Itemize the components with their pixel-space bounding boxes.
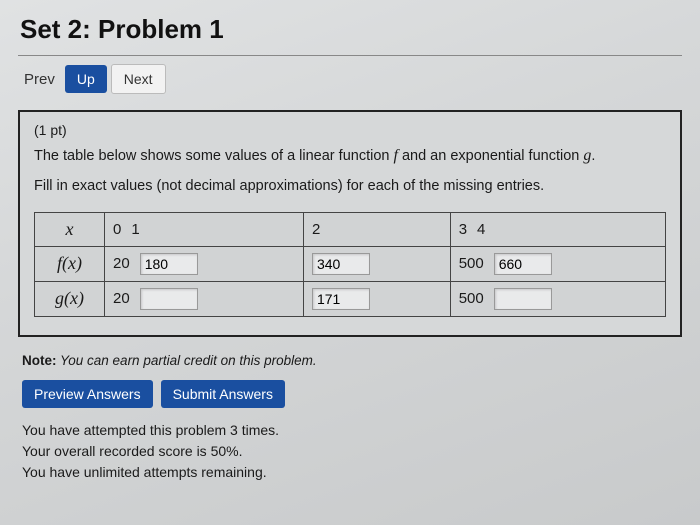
submit-answers-button[interactable]: Submit Answers <box>161 380 285 408</box>
g-4-input[interactable] <box>494 288 552 310</box>
status-block: You have attempted this problem 3 times.… <box>22 420 682 483</box>
cell <box>303 246 450 281</box>
x-2: 2 <box>312 221 320 238</box>
table-row-f: f(x) 20 500 <box>35 246 666 281</box>
note: Note: You can earn partial credit on thi… <box>22 353 682 368</box>
divider <box>18 55 682 56</box>
problem-description: The table below shows some values of a l… <box>34 144 666 168</box>
status-score: Your overall recorded score is 50%. <box>22 441 682 462</box>
f-3: 500 <box>459 255 484 272</box>
g-2-input[interactable] <box>312 288 370 310</box>
cell: 20 <box>105 246 304 281</box>
f-0: 20 <box>113 255 130 272</box>
values-table: x 01 2 34 f(x) 20 500 g(x) 20 500 <box>34 212 666 317</box>
points-label: (1 pt) <box>34 122 666 138</box>
table-row-x: x 01 2 34 <box>35 212 666 246</box>
nav-bar: Prev Up Next <box>18 64 682 94</box>
x-1: 1 <box>131 221 139 238</box>
desc-text: The table below shows some values of a l… <box>34 148 393 164</box>
table-row-g: g(x) 20 500 <box>35 281 666 316</box>
x-3: 3 <box>459 221 467 238</box>
f-2-input[interactable] <box>312 253 370 275</box>
note-label: Note: <box>22 353 57 368</box>
status-remaining: You have unlimited attempts remaining. <box>22 462 682 483</box>
cell: 500 <box>450 246 665 281</box>
cell <box>303 281 450 316</box>
cell: 01 <box>105 212 304 246</box>
g-1-input[interactable] <box>140 288 198 310</box>
f-4-input[interactable] <box>494 253 552 275</box>
desc-text: . <box>591 148 595 164</box>
action-row: Preview Answers Submit Answers <box>22 380 682 408</box>
problem-instruction: Fill in exact values (not decimal approx… <box>34 176 666 198</box>
g-0: 20 <box>113 290 130 307</box>
next-button[interactable]: Next <box>111 64 166 94</box>
row-label-f: f(x) <box>35 246 105 281</box>
status-attempts: You have attempted this problem 3 times. <box>22 420 682 441</box>
row-label-x: x <box>35 212 105 246</box>
row-label-g: g(x) <box>35 281 105 316</box>
note-text: You can earn partial credit on this prob… <box>57 353 317 368</box>
g-3: 500 <box>459 290 484 307</box>
prev-link[interactable]: Prev <box>18 67 61 92</box>
cell: 2 <box>303 212 450 246</box>
cell: 500 <box>450 281 665 316</box>
f-1-input[interactable] <box>140 253 198 275</box>
x-4: 4 <box>477 221 485 238</box>
cell: 20 <box>105 281 304 316</box>
cell: 34 <box>450 212 665 246</box>
problem-box: (1 pt) The table below shows some values… <box>18 110 682 337</box>
x-0: 0 <box>113 221 121 238</box>
page-title: Set 2: Problem 1 <box>20 14 682 45</box>
desc-text: and an exponential function <box>398 148 583 164</box>
up-button[interactable]: Up <box>65 65 107 93</box>
preview-answers-button[interactable]: Preview Answers <box>22 380 153 408</box>
